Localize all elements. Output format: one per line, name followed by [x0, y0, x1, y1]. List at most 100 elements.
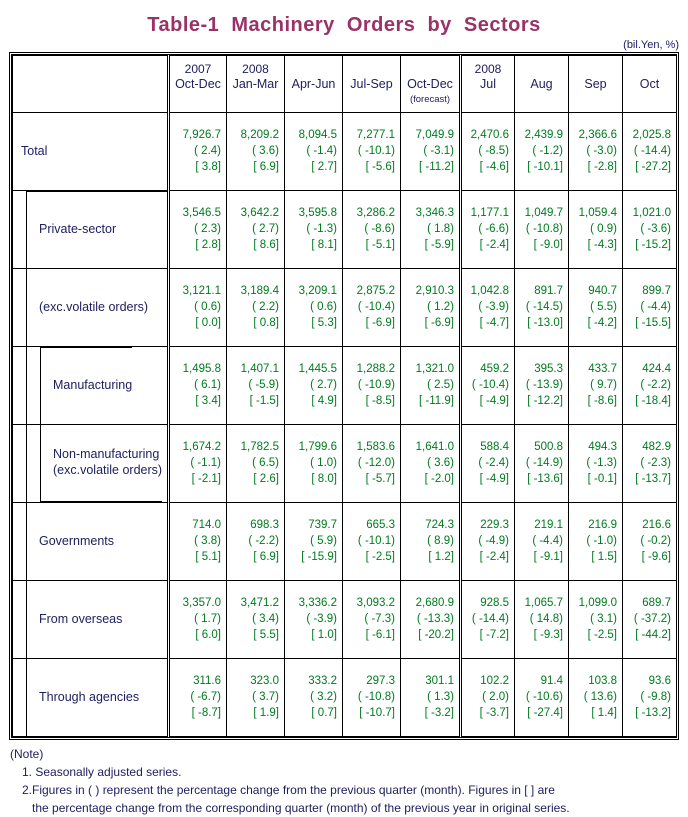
cell-1-6: 1,049.7 ( -10.8) [ -9.0] [514, 190, 569, 269]
value-qoq: ( -3.0) [586, 144, 617, 157]
value-qoq: ( -6.6) [478, 222, 509, 235]
value-yoy: [ 1.4] [591, 707, 617, 720]
value-level: 3,093.2 [356, 596, 395, 609]
value-yoy: [ -13.6] [527, 473, 563, 486]
value-yoy: [ -0.1] [587, 473, 617, 486]
cell-7-1: 323.0 ( 3.7) [ 1.9] [226, 658, 285, 737]
value-level: 724.3 [425, 518, 454, 531]
value-level: 3,286.2 [356, 206, 395, 219]
value-level: 311.6 [193, 674, 221, 687]
table-row: Through agencies 311.6 ( -6.7) [ -8.7] 3… [12, 658, 677, 737]
value-level: 93.6 [648, 674, 671, 687]
value-yoy: [ -2.5] [365, 551, 395, 564]
value-qoq: ( -12.0) [357, 456, 395, 469]
value-yoy: [ -5.7] [365, 473, 395, 486]
value-level: 323.0 [250, 674, 279, 687]
cell-3-8: 424.4 ( -2.2) [ -18.4] [622, 346, 677, 425]
value-yoy: [ -4.9] [479, 395, 509, 408]
value-qoq: ( -1.3) [586, 456, 617, 469]
value-qoq: ( 2.4) [194, 144, 221, 157]
header-period-4: Oct-Dec [407, 76, 453, 91]
value-level: 1,674.2 [182, 440, 221, 453]
value-yoy: [ -5.9] [424, 239, 454, 252]
value-yoy: [ 0.8] [253, 317, 279, 330]
table-row: Private-sector 3,546.5 ( 2.3) [ 2.8] 3,6… [12, 190, 677, 269]
value-qoq: ( 3.2) [310, 690, 337, 703]
value-qoq: ( 2.2) [252, 300, 279, 313]
value-level: 229.3 [480, 518, 509, 531]
value-level: 2,025.8 [632, 128, 671, 141]
row-label-private-sector: Private-sector [12, 190, 169, 269]
value-level: 7,277.1 [356, 128, 395, 141]
row-label-exc-volatile-orders: (exc.volatile orders) [12, 268, 169, 347]
value-qoq: ( -2.2) [248, 534, 279, 547]
value-level: 3,121.1 [182, 284, 221, 297]
value-qoq: ( -5.9) [248, 378, 279, 391]
value-yoy: [ 3.8] [195, 161, 221, 174]
cell-6-0: 3,357.0 ( 1.7) [ 6.0] [167, 580, 227, 659]
cell-2-7: 940.7 ( 5.5) [ -4.2] [568, 268, 623, 347]
value-qoq: ( 0.6) [310, 300, 337, 313]
cell-7-4: 301.1 ( 1.3) [ -3.2] [400, 658, 461, 737]
value-level: 459.2 [480, 362, 509, 375]
cell-6-4: 2,680.9 ( -13.3) [ -20.2] [400, 580, 461, 659]
value-qoq: ( -1.0) [586, 534, 617, 547]
value-level: 8,209.2 [240, 128, 279, 141]
cell-3-2: 1,445.5 ( 2.7) [ 4.9] [284, 346, 343, 425]
value-qoq: ( 3.6) [427, 456, 454, 469]
value-qoq: ( -13.3) [416, 612, 454, 625]
value-level: 433.7 [588, 362, 617, 375]
value-qoq: ( 2.0) [482, 690, 509, 703]
value-level: 1,641.0 [415, 440, 454, 453]
value-qoq: ( -2.3) [640, 456, 671, 469]
table-row: Total 7,926.7 ( 2.4) [ 3.8] 8,209.2 ( 3.… [12, 112, 677, 191]
cell-7-7: 103.8 ( 13.6) [ 1.4] [568, 658, 623, 737]
row-label-text: (exc.volatile orders) [39, 299, 149, 314]
value-yoy: [ -4.6] [479, 161, 509, 174]
cell-0-0: 7,926.7 ( 2.4) [ 3.8] [167, 112, 227, 191]
value-qoq: ( -10.9) [357, 378, 395, 391]
value-yoy: [ -2.1] [191, 473, 221, 486]
cell-0-7: 2,366.6 ( -3.0) [ -2.8] [568, 112, 623, 191]
value-qoq: ( -10.1) [357, 144, 395, 157]
value-yoy: [ -15.2] [635, 239, 671, 252]
value-level: 395.3 [534, 362, 563, 375]
value-qoq: ( -1.4) [306, 144, 337, 157]
value-level: 7,049.9 [415, 128, 454, 141]
value-yoy: [ 6.9] [253, 551, 279, 564]
value-level: 1,495.8 [182, 362, 221, 375]
value-level: 91.4 [540, 674, 563, 687]
value-level: 8,094.5 [298, 128, 337, 141]
value-yoy: [ -13.7] [635, 473, 671, 486]
value-qoq: ( 0.9) [590, 222, 617, 235]
value-qoq: ( 3.8) [194, 534, 221, 547]
value-yoy: [ 1.9] [253, 707, 279, 720]
value-level: 7,926.7 [182, 128, 221, 141]
header-period-6: Aug [530, 76, 553, 91]
value-yoy: [ -44.2] [635, 629, 671, 642]
value-qoq: ( 5.9) [310, 534, 337, 547]
value-level: 2,470.6 [470, 128, 509, 141]
value-qoq: ( 6.1) [194, 378, 221, 391]
value-level: 2,910.3 [415, 284, 454, 297]
value-qoq: ( -4.4) [640, 300, 671, 313]
cell-2-8: 899.7 ( -4.4) [ -15.5] [622, 268, 677, 347]
value-yoy: [ -4.7] [479, 317, 509, 330]
value-qoq: ( 3.1) [590, 612, 617, 625]
value-qoq: ( -2.2) [640, 378, 671, 391]
cell-2-2: 3,209.1 ( 0.6) [ 5.3] [284, 268, 343, 347]
cell-2-5: 1,042.8 ( -3.9) [ -4.7] [459, 268, 515, 347]
value-yoy: [ -2.5] [587, 629, 617, 642]
value-qoq: ( 9.7) [590, 378, 617, 391]
value-yoy: [ -20.2] [418, 629, 454, 642]
header-period-5: Jul [480, 76, 496, 91]
value-qoq: ( -10.8) [525, 222, 563, 235]
value-yoy: [ 0.7] [311, 707, 337, 720]
header-col-2: Apr-Jun [284, 55, 343, 113]
header-label-col [12, 55, 169, 113]
cell-2-3: 2,875.2 ( -10.4) [ -6.9] [342, 268, 401, 347]
row-label-text: Governments [39, 533, 115, 548]
value-level: 665.3 [366, 518, 395, 531]
value-yoy: [ -8.5] [365, 395, 395, 408]
value-yoy: [ -2.8] [587, 161, 617, 174]
